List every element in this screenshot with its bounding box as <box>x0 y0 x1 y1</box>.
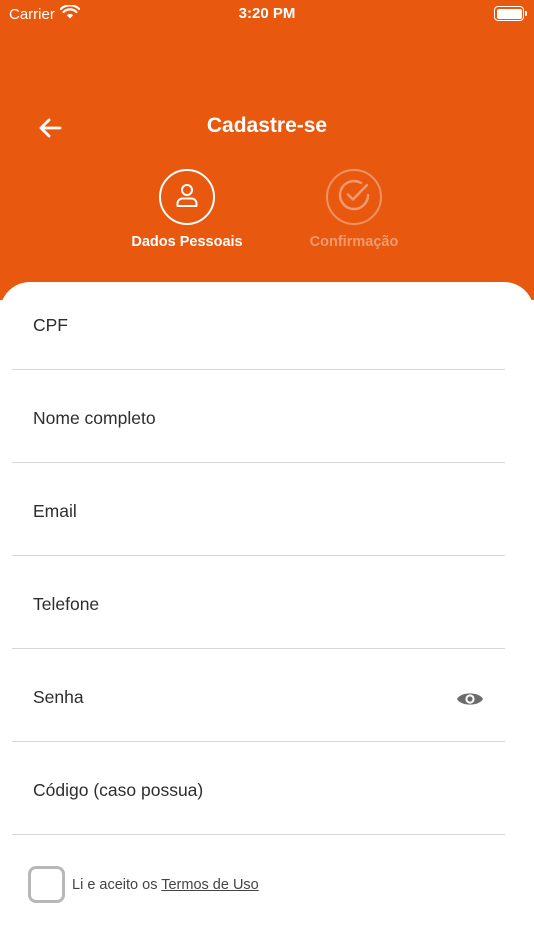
terms-prefix: Li e aceito os <box>72 876 162 893</box>
terms-link[interactable]: Termos de Uso <box>161 877 259 893</box>
field-label: Código (caso possua) <box>33 780 204 800</box>
field-label: Email <box>33 501 77 521</box>
field-label: Telefone <box>33 594 100 614</box>
field-label: CPF <box>33 315 68 335</box>
user-icon <box>174 182 200 213</box>
step-circle <box>326 169 382 225</box>
step-circle <box>159 169 215 225</box>
status-time: 3:20 PM <box>238 5 296 22</box>
battery-icon <box>494 6 527 21</box>
header: Carrier 3:20 PM Cadastre-se Dados Pessoa… <box>0 0 534 300</box>
step-confirmacao: Confirmação <box>279 169 429 250</box>
terms-text: Li e aceito os Termos de Uso <box>72 877 259 893</box>
cpf-field[interactable]: CPF <box>12 277 505 370</box>
email-field[interactable]: Email <box>12 463 505 556</box>
password-field[interactable]: Senha <box>12 649 505 742</box>
status-bar: Carrier 3:20 PM <box>0 0 534 28</box>
phone-field[interactable]: Telefone <box>12 556 505 649</box>
eye-icon[interactable] <box>455 689 485 709</box>
referral-code-field[interactable]: Código (caso possua) <box>12 742 505 835</box>
page-title: Cadastre-se <box>206 114 328 137</box>
step-label: Confirmação <box>309 234 399 250</box>
check-circle-icon <box>337 178 371 217</box>
full-name-field[interactable]: Nome completo <box>12 370 505 463</box>
field-label: Senha <box>33 687 84 707</box>
step-dados-pessoais: Dados Pessoais <box>112 169 262 250</box>
field-label: Nome completo <box>33 408 156 428</box>
terms-checkbox[interactable] <box>28 866 65 903</box>
terms-row: Li e aceito os Termos de Uso <box>28 866 259 903</box>
step-label: Dados Pessoais <box>131 234 243 250</box>
